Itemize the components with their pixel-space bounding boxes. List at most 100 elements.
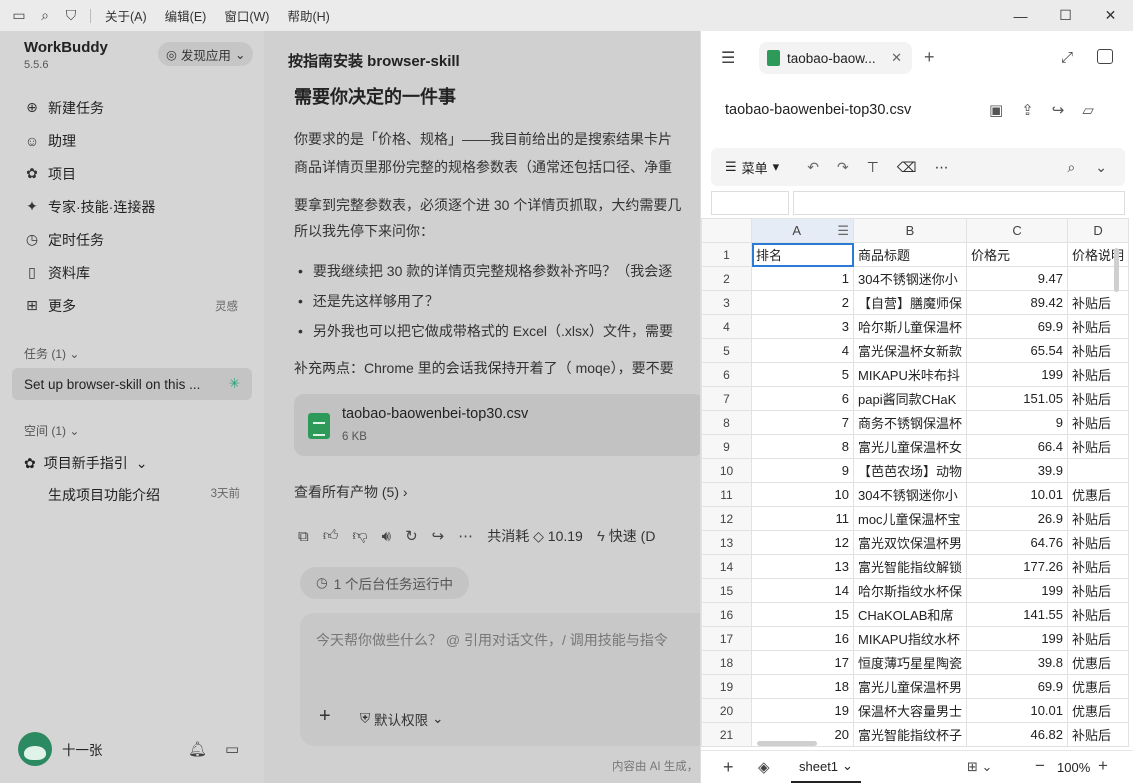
cell-d[interactable]: 补贴后 [1067,602,1130,627]
row-header[interactable]: 9 [701,434,752,459]
filter-icon[interactable]: ⛉ [58,0,84,31]
row-header[interactable]: 14 [701,554,752,579]
menu-help[interactable]: 帮助(H) [287,6,329,25]
hamburger-icon[interactable]: ☰ [721,48,735,68]
cell-c[interactable]: 69.9 [966,314,1069,339]
upload-icon[interactable]: ⇪ [1021,101,1034,119]
composer[interactable]: 今天帮你做些什么？ @ 引用对话文件，/ 调用技能与指令 + ⛨ 默认权限 ⌄ [300,613,700,746]
share-icon[interactable]: ↪ [432,527,445,545]
cell-c[interactable]: 10.01 [966,482,1069,507]
row-header[interactable]: 17 [701,626,752,651]
cell-b[interactable]: moc儿童保温杯宝 [852,506,968,531]
search-icon[interactable]: ⌕ [32,0,58,31]
cell-b[interactable]: 富光儿童保温杯女 [852,434,968,459]
cell-c[interactable]: 65.54 [966,338,1069,363]
sidebar-item-assistant[interactable]: ☺ 助理 [12,124,252,157]
cell-a[interactable]: 4 [751,338,854,363]
cell-c[interactable]: 10.01 [966,698,1069,723]
cell-b[interactable]: 富光双饮保温杯男 [852,530,968,555]
row-header[interactable]: 6 [701,362,752,387]
column-header[interactable]: C [966,218,1069,243]
column-header[interactable]: D [1067,218,1130,243]
cell-a[interactable]: 1 [751,266,854,291]
space-sub-item[interactable]: 生成项目功能介绍 3天前 [48,485,240,505]
device-icon[interactable]: ▭ [225,740,239,758]
row-header[interactable]: 7 [701,386,752,411]
filter-icon[interactable]: ☰ [837,223,849,239]
cell-b[interactable]: 恒度薄巧星星陶瓷 [852,650,968,675]
zoom-in-button[interactable]: + [1098,756,1108,776]
cell-d[interactable]: 补贴后 [1067,314,1130,339]
cell-d[interactable] [1067,266,1130,291]
select-all-corner[interactable] [701,218,752,243]
cell-d[interactable]: 补贴后 [1067,722,1130,747]
more-icon[interactable]: ⋯ [935,159,949,176]
row-header[interactable]: 10 [701,458,752,483]
cell-a[interactable]: 10 [751,482,854,507]
maximize-icon[interactable]: ☐ [1043,0,1088,31]
column-header[interactable]: B [852,218,968,243]
row-header[interactable]: 21 [701,722,752,747]
row-header[interactable]: 18 [701,650,752,675]
cell-b[interactable]: 富光智能指纹杯子 [852,722,968,747]
row-header[interactable]: 12 [701,506,752,531]
cell-d[interactable]: 补贴后 [1067,626,1130,651]
sheet-tab[interactable]: sheet1 ⌄ [791,751,861,783]
cell-d[interactable]: 补贴后 [1067,410,1130,435]
cell-b[interactable]: 哈尔斯指纹水杯保 [852,578,968,603]
layers-icon[interactable]: ◈ [758,758,770,776]
cell-d[interactable]: 补贴后 [1067,386,1130,411]
discover-apps-button[interactable]: ◎ 发现应用 ⌄ [158,42,254,66]
close-icon[interactable]: ✕ [1088,0,1133,31]
copy-icon[interactable]: ⧉ [298,528,309,545]
cell-c[interactable]: 199 [966,626,1069,651]
cell-c[interactable]: 199 [966,578,1069,603]
file-attachment-card[interactable]: taobao-baowenbei-top30.csv 6 KB [294,394,700,456]
thumbs-up-icon[interactable]: 👍︎ [323,527,339,545]
cell-a[interactable]: 18 [751,674,854,699]
cell-b[interactable]: 304不锈钢迷你小 [852,482,968,507]
cell-a[interactable]: 17 [751,650,854,675]
row-header[interactable]: 3 [701,290,752,315]
cell-d[interactable]: 优惠后 [1067,482,1130,507]
sidebar-item-scheduled[interactable]: ◷ 定时任务 [12,223,252,256]
tasks-section-title[interactable]: 任务 (1) ⌄ [24,345,79,362]
file-tab[interactable]: taobao-baow... ✕ [759,42,912,74]
format-painter-icon[interactable]: ⊤ [867,159,879,176]
bell-icon[interactable]: 🔔︎ [188,740,207,758]
cell-b[interactable]: MIKAPU指纹水杯 [852,626,968,651]
spaces-section-title[interactable]: 空间 (1) ⌄ [24,422,79,439]
cell-a[interactable]: 排名 [751,242,854,267]
task-item[interactable]: Set up browser-skill on this ... ✳ [12,368,252,400]
cell-d[interactable]: 价格说明 [1067,242,1130,267]
expand-icon[interactable]: ⤢ [1061,49,1073,66]
row-header[interactable]: 2 [701,266,752,291]
cell-a[interactable]: 12 [751,530,854,555]
cell-a[interactable]: 8 [751,434,854,459]
menu-edit[interactable]: 编辑(E) [165,6,207,25]
row-header[interactable]: 11 [701,482,752,507]
row-header[interactable]: 15 [701,578,752,603]
cell-b[interactable]: 商品标题 [852,242,968,267]
view-all-artifacts-link[interactable]: 查看所有产物 (5) › [294,482,408,502]
inspiration-tag[interactable]: 灵感 [215,298,238,314]
cell-d[interactable]: 优惠后 [1067,650,1130,675]
thumbs-down-icon[interactable]: 👎︎ [352,527,367,545]
panel-layout-icon[interactable] [1097,49,1113,64]
cell-d[interactable]: 补贴后 [1067,554,1130,579]
cell-a[interactable]: 16 [751,626,854,651]
cell-d[interactable]: 补贴后 [1067,362,1130,387]
menu-dropdown[interactable]: ☰ 菜单 ▾ [725,158,779,177]
cell-c[interactable]: 141.55 [966,602,1069,627]
speaker-icon[interactable]: 🔊︎ [382,528,391,545]
cell-b[interactable]: CHaKOLAB和席 [852,602,968,627]
cell-d[interactable]: 补贴后 [1067,578,1130,603]
eraser-icon[interactable]: ⌫ [897,159,917,176]
row-header[interactable]: 13 [701,530,752,555]
cell-b[interactable]: 304不锈钢迷你小 [852,266,968,291]
name-box[interactable] [711,191,789,215]
cell-a[interactable]: 6 [751,386,854,411]
refresh-icon[interactable]: ↻ [405,527,418,545]
composer-input[interactable]: 今天帮你做些什么？ @ 引用对话文件，/ 调用技能与指令 [316,630,668,650]
permission-dropdown[interactable]: ⛨ 默认权限 ⌄ [360,709,443,729]
